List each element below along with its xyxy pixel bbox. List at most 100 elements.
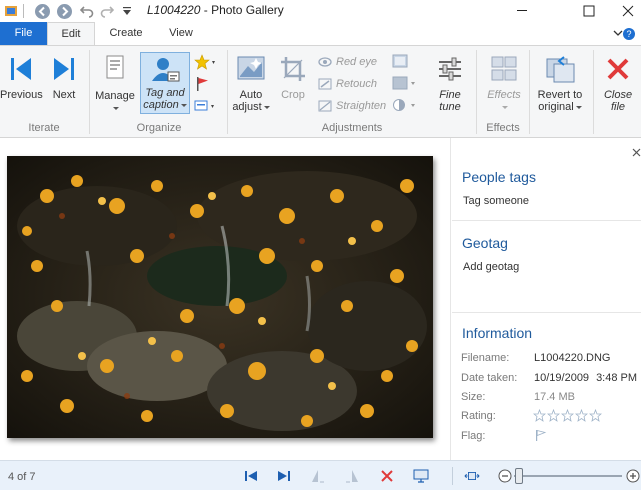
redo-icon[interactable] (98, 2, 116, 20)
zoom-slider-track[interactable] (514, 475, 622, 477)
retouch-label: Retouch (336, 78, 377, 90)
retouch-button[interactable]: Retouch (318, 78, 377, 90)
contrast-icon[interactable] (392, 98, 418, 112)
rating-star-icon[interactable] (589, 409, 602, 422)
back-icon[interactable] (33, 2, 51, 20)
rotate-left-icon[interactable] (310, 468, 326, 484)
photo-autumn-leaves-stream (7, 156, 433, 438)
auto-adjust-dropdown-icon (263, 105, 270, 109)
undo-icon[interactable] (78, 2, 96, 20)
ribbon-separator (529, 50, 530, 134)
people-tags-heading: People tags (462, 169, 536, 185)
tag-and-caption-label-line2: caption (141, 99, 189, 111)
tab-edit[interactable]: Edit (47, 22, 95, 45)
main-area: People tags Tag someone Geotag Add geota… (0, 138, 641, 460)
fine-tune-icon (439, 57, 461, 81)
info-pane-divider (450, 138, 451, 460)
crop-button[interactable]: Crop (276, 54, 310, 101)
rating-stars[interactable] (533, 409, 602, 422)
tab-create[interactable]: Create (100, 22, 152, 45)
auto-adjust-label-line1: Auto (239, 89, 263, 101)
zoom-slider-thumb[interactable] (515, 468, 524, 484)
previous-photo-icon[interactable] (243, 468, 259, 484)
rating-star-icon[interactable] (547, 409, 560, 422)
status-separator (452, 467, 453, 485)
flag-toggle-icon[interactable] (534, 429, 548, 442)
ribbon-separator (227, 50, 228, 134)
rating-star-icon[interactable] (561, 409, 574, 422)
manage-button[interactable]: Manage (94, 52, 136, 114)
forward-icon[interactable] (55, 2, 73, 20)
crop-icon (281, 57, 305, 81)
photo-viewer[interactable] (7, 156, 433, 438)
group-label-effects: Effects (486, 122, 520, 134)
app-icon[interactable] (2, 2, 20, 20)
pane-separator (452, 220, 641, 221)
size-value: 17.4 MB (534, 391, 575, 403)
tag-and-caption-button[interactable]: Tag and caption (140, 52, 190, 114)
previous-button[interactable]: Previous (0, 54, 43, 101)
next-icon (54, 58, 74, 80)
geotag-heading: Geotag (462, 235, 508, 251)
maximize-button[interactable] (566, 0, 612, 22)
straighten-button[interactable]: Straighten (318, 100, 386, 112)
delete-icon[interactable] (379, 468, 395, 484)
close-window-button[interactable] (614, 0, 641, 22)
previous-icon (11, 58, 31, 80)
rating-star-icon[interactable] (533, 409, 546, 422)
rating-star-icon[interactable] (194, 54, 218, 70)
manage-dropdown-icon (94, 102, 136, 114)
auto-adjust-label-text: adjust (232, 101, 262, 113)
title-separator (22, 2, 26, 20)
minimize-button[interactable] (500, 0, 546, 22)
pane-separator (452, 312, 641, 313)
tag-someone-link[interactable]: Tag someone (463, 195, 529, 207)
red-eye-button[interactable]: Red eye (318, 56, 377, 68)
customize-toolbar-icon[interactable] (120, 2, 134, 20)
svg-text:?: ? (626, 29, 631, 39)
straighten-label: Straighten (336, 100, 387, 112)
slideshow-icon[interactable] (413, 468, 429, 484)
effects-button[interactable]: Effects (482, 54, 526, 113)
actual-size-icon[interactable] (464, 468, 480, 484)
tab-view[interactable]: View (157, 22, 205, 45)
close-file-icon (607, 58, 629, 80)
flag-icon[interactable] (194, 76, 218, 92)
revert-label-line1: Revert to (537, 89, 583, 101)
ribbon-separator (89, 50, 90, 134)
tag-and-caption-label-text: caption (143, 99, 179, 111)
next-button[interactable]: Next (46, 54, 82, 101)
straighten-icon (318, 100, 332, 112)
tag-and-caption-dropdown-icon (180, 103, 187, 107)
manage-label: Manage (95, 90, 135, 102)
revert-dropdown-icon (575, 105, 582, 109)
close-file-label-line2: file (610, 101, 626, 113)
tab-file[interactable]: File (0, 22, 47, 45)
photo-position: 4 of 7 (8, 471, 36, 483)
group-label-organize: Organize (136, 122, 182, 134)
next-photo-icon[interactable] (276, 468, 292, 484)
collapse-pane-icon[interactable] (632, 148, 641, 158)
auto-adjust-button[interactable]: Auto adjust (230, 54, 272, 113)
exposure-icon[interactable] (392, 54, 418, 68)
manage-icon (106, 55, 124, 79)
rotate-right-icon[interactable] (344, 468, 360, 484)
help-icon[interactable]: ? (612, 26, 636, 42)
add-geotag-link[interactable]: Add geotag (463, 261, 519, 273)
zoom-out-icon[interactable] (497, 468, 513, 484)
retouch-icon (318, 78, 332, 90)
effects-dropdown-icon (482, 101, 526, 113)
zoom-in-icon[interactable] (625, 468, 641, 484)
auto-adjust-icon (237, 56, 265, 80)
date-taken-value: 10/19/2009 3:48 PM (534, 372, 637, 384)
fine-tune-button[interactable]: Fine tune (428, 54, 472, 113)
color-icon[interactable] (392, 76, 418, 90)
window-title-app: Photo Gallery (211, 3, 284, 17)
revert-to-original-button[interactable]: Revert to original (532, 54, 588, 113)
rating-star-icon[interactable] (575, 409, 588, 422)
crop-label: Crop (281, 89, 305, 101)
tag-person-icon (152, 58, 180, 82)
properties-icon[interactable] (194, 98, 218, 114)
close-file-button[interactable]: Close file (598, 54, 638, 113)
auto-adjust-label-line2: adjust (230, 101, 272, 113)
